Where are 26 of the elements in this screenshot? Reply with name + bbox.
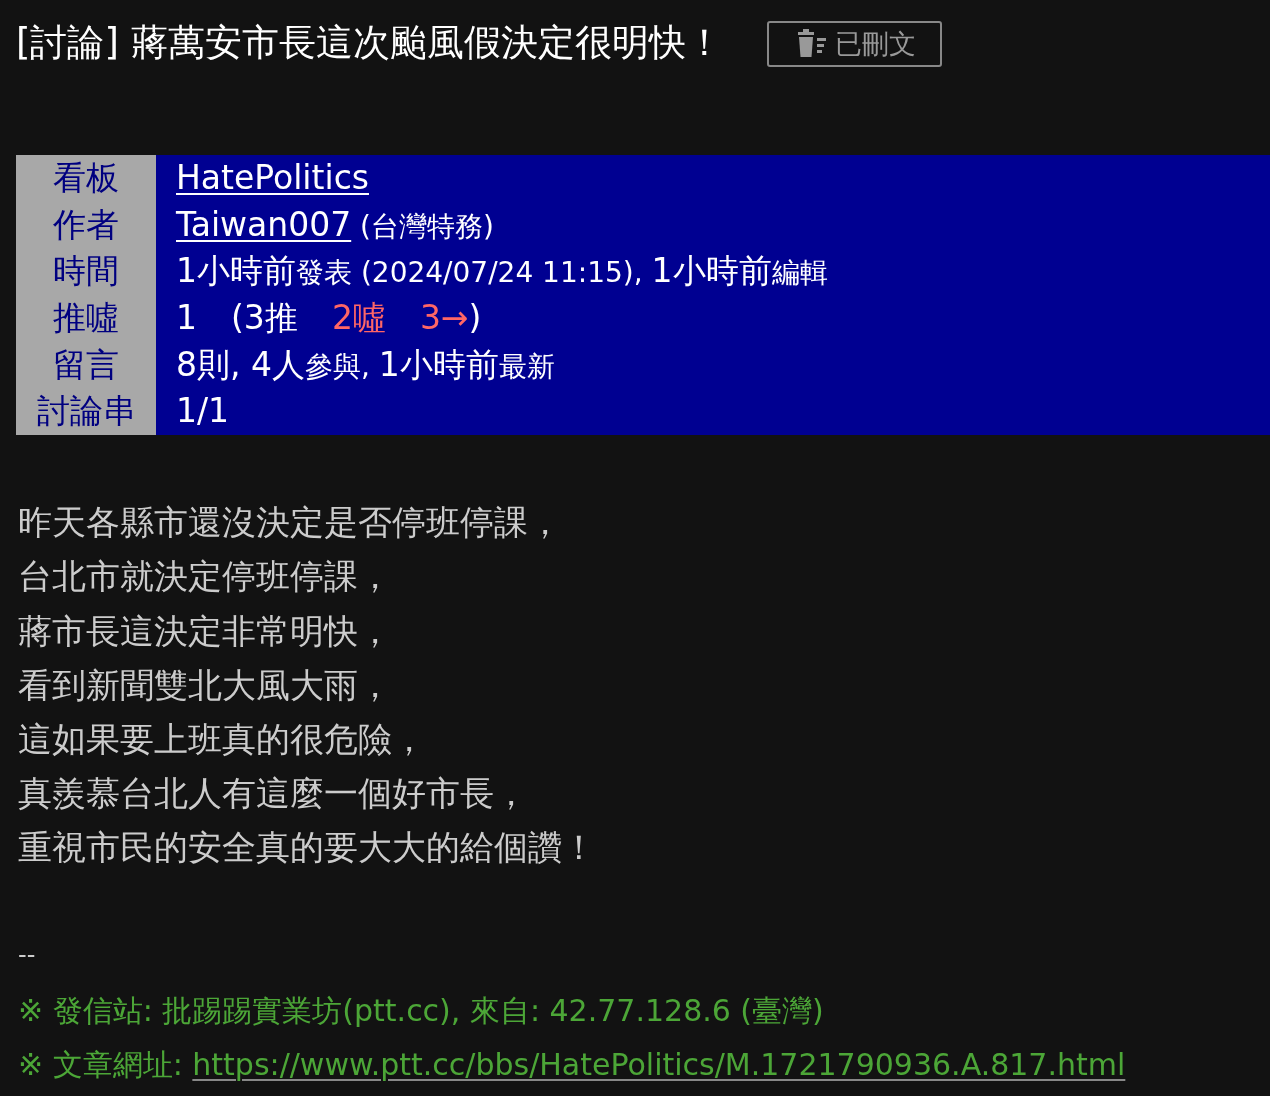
body-line: 真羨慕台北人有這麼一個好市長， xyxy=(18,772,529,816)
meta-value: 8則, 4人參與, 1小時前最新 xyxy=(176,343,555,386)
meta-value: 1小時前發表 (2024/07/24 11:15), 1小時前編輯 xyxy=(176,250,828,293)
meta-link[interactable]: HatePolitics xyxy=(176,158,369,197)
body-line: 這如果要上班真的很危險， xyxy=(18,717,427,761)
url-line: ※ 文章網址: https://www.ptt.cc/bbs/HatePolitics/M.1721790936.A.817.html xyxy=(18,1046,1126,1085)
meta-label: 留言 xyxy=(16,341,156,389)
meta-label: 作者 xyxy=(16,201,156,249)
signature-separator: -- xyxy=(18,940,36,972)
meta-label: 推噓 xyxy=(16,295,156,342)
meta-value: 1 (3推 2噓 3→) xyxy=(176,297,482,340)
body-line: 台北市就決定停班停課， xyxy=(18,555,393,599)
post-title: [討論] 蔣萬安市長這次颱風假決定很明快！ xyxy=(16,22,723,64)
meta-label: 時間 xyxy=(16,248,156,296)
deleted-button[interactable]: 已刪文 xyxy=(766,21,942,67)
meta-value: Taiwan007 (台灣特務) xyxy=(176,203,494,246)
meta-label: 看板 xyxy=(16,155,156,202)
meta-value: 1/1 xyxy=(176,390,230,433)
meta-label: 討論串 xyxy=(16,388,156,436)
body-line: 重視市民的安全真的要大大的給個讚！ xyxy=(18,826,597,870)
meta-link[interactable]: Taiwan007 xyxy=(176,204,352,244)
body-line: 看到新聞雙北大風大雨， xyxy=(18,663,393,707)
body-line: 蔣市長這決定非常明快， xyxy=(18,609,393,653)
origin-line: ※ 發信站: 批踢踢實業坊(ptt.cc), 來自: 42.77.128.6 (臺灣) xyxy=(18,992,824,1031)
article-link[interactable]: https://www.ptt.cc/bbs/HatePolitics/M.1721790936.A.817.html xyxy=(192,1047,1126,1083)
body-line: 昨天各縣市還沒決定是否停班停課， xyxy=(18,501,563,545)
